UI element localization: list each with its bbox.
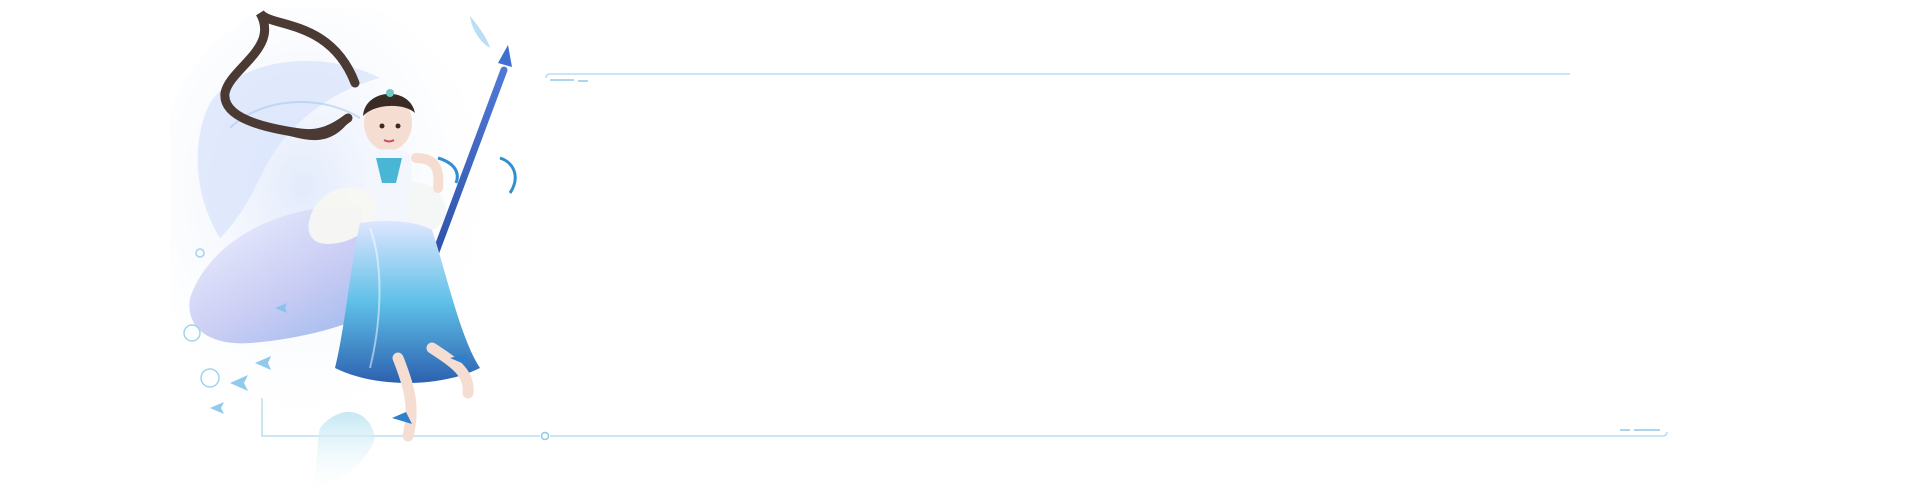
dancer-with-spear-icon	[170, 8, 517, 490]
content-panel	[560, 96, 1560, 422]
banner-stage	[0, 0, 1920, 495]
top-frame-line	[545, 73, 1570, 82]
